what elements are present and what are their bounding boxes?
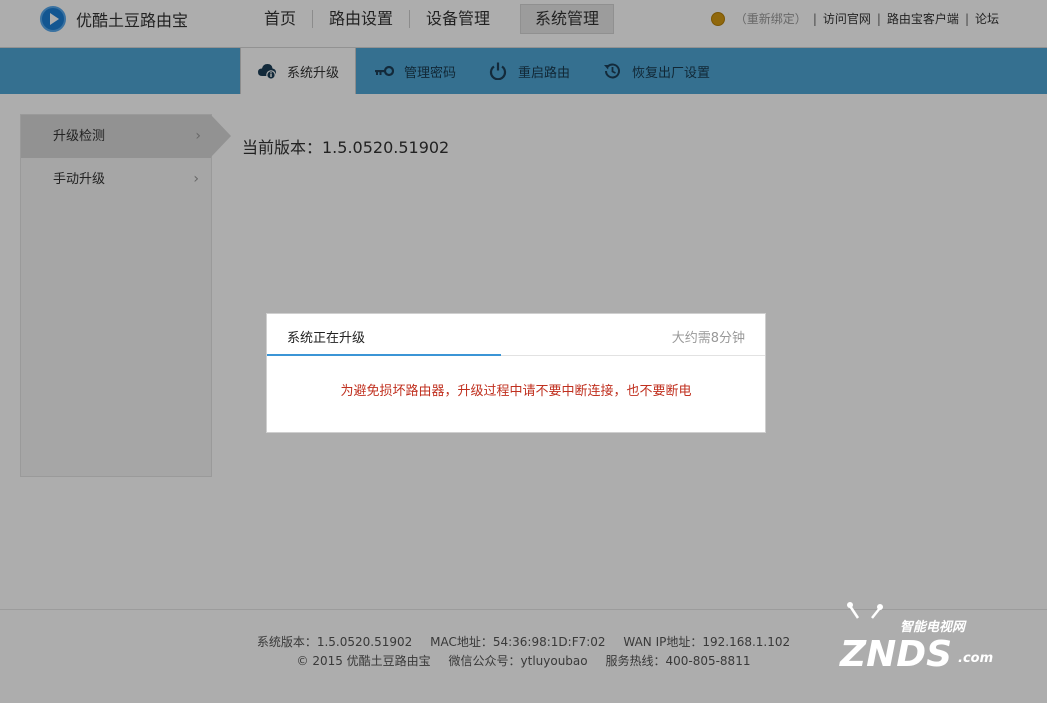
dialog-title: 系统正在升级 [287,331,366,346]
znds-watermark-logo: 智能电视网 ZNDS .com [839,602,993,672]
upgrade-progress-dialog: 系统正在升级 大约需8分钟 为避免损坏路由器，升级过程中请不要中断连接，也不要断… [266,313,766,433]
watermark-top-text: 智能电视网 [900,619,967,635]
dialog-header: 系统正在升级 大约需8分钟 [267,314,765,356]
watermark-main-text: ZNDS [839,634,952,672]
dialog-warning-message: 为避免损坏路由器，升级过程中请不要中断连接，也不要断电 [340,384,692,399]
watermark-suffix-text: .com [958,651,993,666]
upgrade-progress-bar [267,354,502,356]
dialog-estimated-time: 大约需8分钟 [671,331,745,346]
